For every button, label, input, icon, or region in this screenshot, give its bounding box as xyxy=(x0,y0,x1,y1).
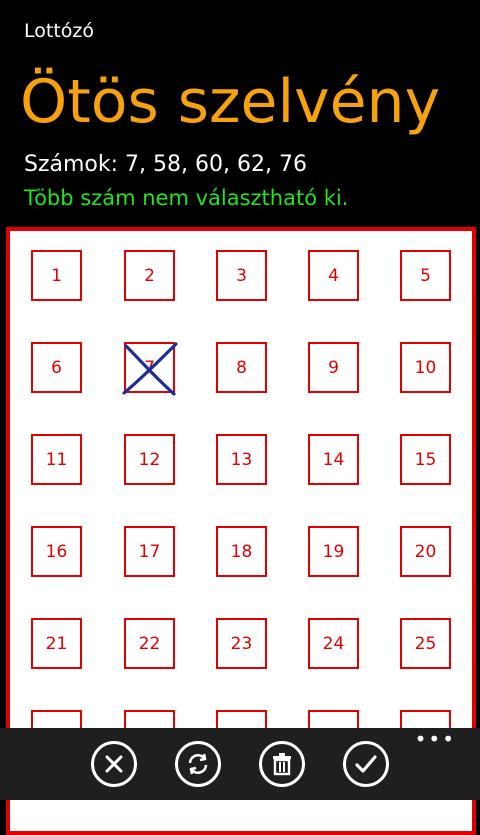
number-cell-label: 17 xyxy=(138,541,161,562)
number-cell-label: 19 xyxy=(322,541,345,562)
app-title: Lottózó xyxy=(24,20,94,42)
number-cell[interactable]: 1 xyxy=(31,250,82,301)
number-cell-label: 8 xyxy=(236,357,247,378)
trash-icon xyxy=(273,753,291,776)
number-cell[interactable]: 16 xyxy=(31,526,82,577)
refresh-button[interactable] xyxy=(175,741,221,787)
number-cell-label: 24 xyxy=(322,633,345,654)
number-cell[interactable]: 25 xyxy=(400,618,451,669)
number-cell[interactable]: 10 xyxy=(400,342,451,393)
number-cell[interactable]: 5 xyxy=(400,250,451,301)
number-cell-label: 4 xyxy=(328,265,339,286)
number-cell-label: 16 xyxy=(45,541,68,562)
number-cell[interactable]: 23 xyxy=(216,618,267,669)
number-cell-label: 3 xyxy=(236,265,247,286)
number-cell[interactable]: 11 xyxy=(31,434,82,485)
number-cell-label: 21 xyxy=(45,633,68,654)
number-cell[interactable]: 12 xyxy=(124,434,175,485)
number-cell-label: 18 xyxy=(230,541,253,562)
number-cell-label: 12 xyxy=(138,449,161,470)
number-cell[interactable]: 8 xyxy=(216,342,267,393)
number-cell-label: 7 xyxy=(144,357,155,378)
number-cell[interactable]: 9 xyxy=(308,342,359,393)
page-title: Ötös szelvény xyxy=(20,67,441,137)
number-cell[interactable]: 4 xyxy=(308,250,359,301)
number-cell-label: 11 xyxy=(45,449,68,470)
number-cell-label: 20 xyxy=(414,541,437,562)
number-cell-label: 2 xyxy=(144,265,155,286)
number-cell[interactable]: 18 xyxy=(216,526,267,577)
number-cell-label: 14 xyxy=(322,449,345,470)
selected-numbers-text: Számok: 7, 58, 60, 62, 76 xyxy=(24,152,307,177)
number-cell[interactable]: 20 xyxy=(400,526,451,577)
app-bar: ••• xyxy=(0,728,480,800)
number-cell[interactable]: 15 xyxy=(400,434,451,485)
number-cell-label: 6 xyxy=(51,357,62,378)
delete-button[interactable] xyxy=(259,741,305,787)
number-cell[interactable]: 6 xyxy=(31,342,82,393)
number-cell[interactable]: 13 xyxy=(216,434,267,485)
confirm-button[interactable] xyxy=(343,741,389,787)
number-cell[interactable]: 17 xyxy=(124,526,175,577)
number-cell-label: 10 xyxy=(414,357,437,378)
number-cell[interactable]: 3 xyxy=(216,250,267,301)
number-cell-label: 9 xyxy=(328,357,339,378)
number-cell-label: 1 xyxy=(51,265,62,286)
number-cell[interactable]: 14 xyxy=(308,434,359,485)
number-cell[interactable]: 21 xyxy=(31,618,82,669)
number-cell[interactable]: 2 xyxy=(124,250,175,301)
number-cell-label: 25 xyxy=(414,633,437,654)
close-icon xyxy=(105,755,123,773)
number-cell[interactable]: 22 xyxy=(124,618,175,669)
number-cell[interactable]: 7 xyxy=(122,342,178,396)
number-cell-label: 22 xyxy=(138,633,161,654)
number-cell-label: 15 xyxy=(414,449,437,470)
limit-warning-text: Több szám nem választható ki. xyxy=(24,186,349,210)
number-cell-label: 13 xyxy=(230,449,253,470)
check-icon xyxy=(355,755,377,773)
number-cell[interactable]: 19 xyxy=(308,526,359,577)
more-menu-button[interactable]: ••• xyxy=(415,729,456,749)
refresh-icon xyxy=(188,753,208,775)
number-cell[interactable]: 24 xyxy=(308,618,359,669)
number-cell-label: 5 xyxy=(420,265,431,286)
cancel-button[interactable] xyxy=(91,741,137,787)
number-cell-label: 23 xyxy=(230,633,253,654)
